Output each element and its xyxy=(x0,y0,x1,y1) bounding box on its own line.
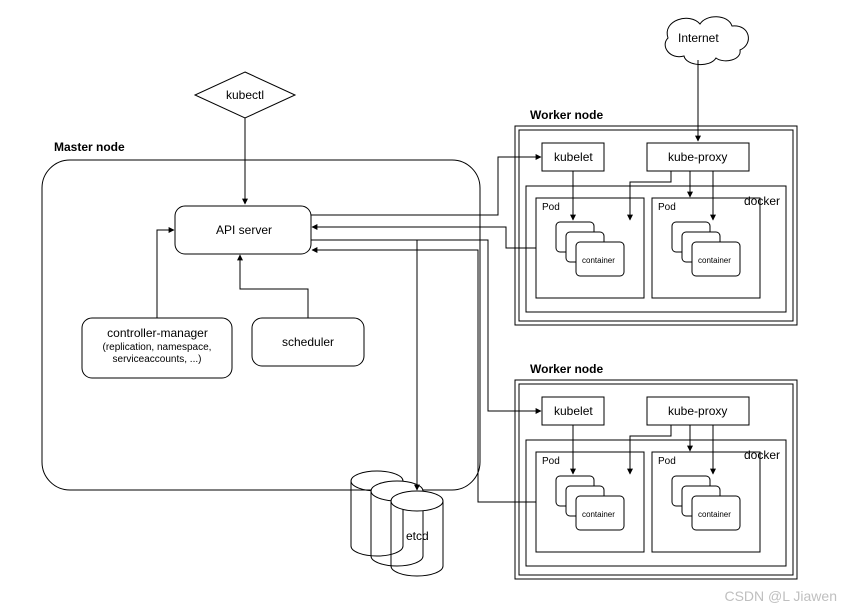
w2-kubeproxy: kube-proxy xyxy=(668,404,727,418)
w1-kubeproxy: kube-proxy xyxy=(668,150,727,164)
w1-pod2: Pod xyxy=(658,202,676,213)
etcd-label: etcd xyxy=(406,529,429,543)
w1-c1: container xyxy=(582,256,615,265)
w1-kubelet: kubelet xyxy=(554,150,593,164)
w2-c2: container xyxy=(698,510,731,519)
internet-label: Internet xyxy=(678,31,719,45)
kubectl-label: kubectl xyxy=(226,88,264,102)
w1-c2: container xyxy=(698,256,731,265)
watermark: CSDN @L Jiawen xyxy=(724,588,837,604)
w2-docker: docker xyxy=(744,448,780,462)
worker1-title: Worker node xyxy=(530,108,603,122)
w2-pod1: Pod xyxy=(542,456,560,467)
w1-pod1: Pod xyxy=(542,202,560,213)
scheduler-label: scheduler xyxy=(282,335,334,349)
controller-sub: (replication, namespace, serviceaccounts… xyxy=(86,342,228,366)
w2-c1: container xyxy=(582,510,615,519)
w1-docker: docker xyxy=(744,194,780,208)
api-server-label: API server xyxy=(216,223,272,237)
w2-pod2: Pod xyxy=(658,456,676,467)
controller-title: controller-manager xyxy=(100,326,215,340)
worker2-title: Worker node xyxy=(530,362,603,376)
master-title: Master node xyxy=(54,140,125,154)
w2-kubelet: kubelet xyxy=(554,404,593,418)
